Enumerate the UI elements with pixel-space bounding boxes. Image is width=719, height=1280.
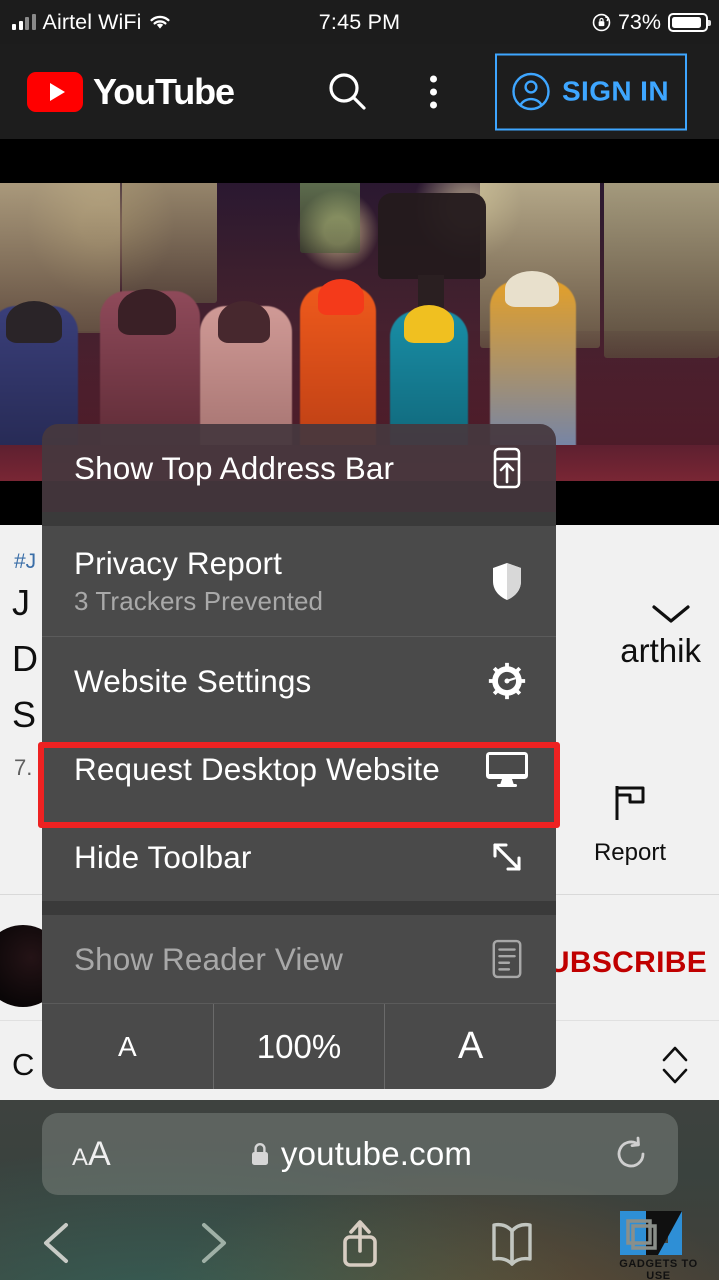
shield-icon <box>483 557 531 605</box>
safari-bottom-bar: AA youtube.com GADGETS TO USE <box>0 1100 719 1280</box>
sign-in-label: SIGN IN <box>561 75 669 107</box>
zoom-level-label: 100% <box>256 1027 342 1065</box>
menu-item-privacy-report[interactable]: Privacy Report 3 Trackers Prevented <box>42 526 556 636</box>
menu-item-subtitle: 3 Trackers Prevented <box>74 586 324 616</box>
menu-section-gap-2 <box>42 901 556 915</box>
menu-item-label: Hide Toolbar <box>74 838 252 875</box>
status-bar-right: 73% <box>592 9 711 35</box>
battery-icon <box>668 12 711 32</box>
zoom-control-row[interactable]: A 100% A <box>42 1003 556 1089</box>
menu-item-website-settings[interactable]: Website Settings <box>42 637 556 725</box>
phone-screen: Airtel WiFi 7:45 PM 73% YouTube SIGN IN … <box>0 0 719 1280</box>
video-title-line-3: S <box>12 694 37 735</box>
menu-item-label: Website Settings <box>74 662 312 699</box>
book-icon[interactable] <box>482 1213 542 1273</box>
gadgets-to-use-watermark: GADGETS TO USE <box>606 1209 711 1280</box>
menu-section-gap <box>42 512 556 526</box>
channel-name-label[interactable]: arthik <box>620 632 701 670</box>
flag-icon <box>615 786 645 820</box>
kebab-menu-icon[interactable] <box>430 75 437 108</box>
youtube-wordmark: YouTube <box>93 70 235 112</box>
account-circle-icon <box>512 72 550 111</box>
view-count-label: 7. <box>14 755 33 780</box>
menu-item-label: Request Desktop Website <box>74 750 440 787</box>
menu-item-label: Show Top Address Bar <box>74 449 395 486</box>
reload-icon[interactable] <box>612 1135 650 1173</box>
youtube-header: YouTube SIGN IN <box>0 44 719 139</box>
gear-icon <box>483 657 531 705</box>
share-icon[interactable] <box>330 1213 390 1273</box>
menu-item-label: Show Reader View <box>74 940 343 977</box>
menu-item-hide-toolbar[interactable]: Hide Toolbar <box>42 813 556 901</box>
lock-icon <box>251 1143 268 1165</box>
address-bar[interactable]: AA youtube.com <box>42 1113 678 1195</box>
hashtag-link[interactable]: #J <box>14 550 36 574</box>
up-down-arrows-icon[interactable] <box>657 1043 693 1087</box>
browser-toolbar: GADGETS TO USE <box>0 1205 719 1280</box>
video-title-line-2: D <box>12 638 39 679</box>
menu-item-show-top-address-bar[interactable]: Show Top Address Bar <box>42 424 556 512</box>
url-label: youtube.com <box>280 1135 473 1172</box>
expand-diagonal-icon <box>483 833 531 881</box>
reader-document-icon <box>483 935 531 983</box>
menu-item-request-desktop-website[interactable]: Request Desktop Website <box>42 725 556 813</box>
search-icon[interactable] <box>325 69 371 115</box>
chevron-right-icon[interactable] <box>182 1213 242 1273</box>
rotation-lock-icon <box>592 13 611 32</box>
video-title-line-1: J <box>12 582 31 623</box>
menu-item-label: Privacy Report <box>74 545 282 581</box>
text-size-icon[interactable]: AA <box>72 1135 111 1174</box>
youtube-logo[interactable]: YouTube <box>27 70 235 113</box>
sign-in-button[interactable]: SIGN IN <box>494 53 687 130</box>
desktop-monitor-icon <box>483 745 531 793</box>
youtube-play-icon <box>27 71 83 112</box>
address-bar-top-icon <box>483 444 531 492</box>
battery-percent-label: 73% <box>617 9 661 34</box>
status-bar: Airtel WiFi 7:45 PM 73% <box>0 0 719 44</box>
safari-page-settings-menu[interactable]: Show Top Address Bar Privacy Report 3 Tr… <box>42 424 556 1089</box>
chevron-down-icon[interactable] <box>651 603 691 625</box>
comments-label: C <box>12 1047 35 1082</box>
watermark-label: GADGETS TO USE <box>619 1258 698 1280</box>
zoom-decrease-button[interactable]: A <box>42 1004 213 1089</box>
zoom-increase-button[interactable]: A <box>385 1004 556 1089</box>
menu-item-show-reader-view[interactable]: Show Reader View <box>42 915 556 1003</box>
report-button[interactable]: Report <box>575 780 685 867</box>
chevron-left-icon[interactable] <box>28 1213 88 1273</box>
report-label: Report <box>593 839 667 866</box>
